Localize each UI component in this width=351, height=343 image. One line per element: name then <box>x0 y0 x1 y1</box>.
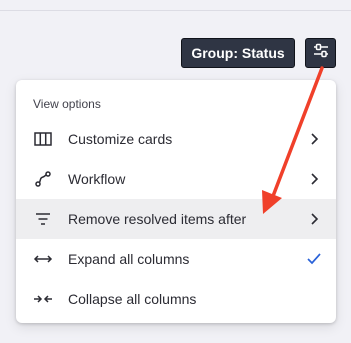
view-options-menu: View options Customize cards Workflow Re… <box>16 80 336 323</box>
top-divider <box>0 10 351 11</box>
chevron-right-icon <box>306 211 322 227</box>
group-by-button[interactable]: Group: Status <box>181 38 295 68</box>
menu-item-workflow[interactable]: Workflow <box>16 159 336 199</box>
menu-heading: View options <box>33 97 101 111</box>
menu-item-expand-all[interactable]: Expand all columns <box>16 239 336 279</box>
columns-icon <box>33 131 53 147</box>
group-by-label: Group: Status <box>191 45 285 61</box>
menu-item-label: Customize cards <box>68 131 173 147</box>
menu-item-label: Workflow <box>68 171 126 187</box>
menu-item-collapse-all[interactable]: Collapse all columns <box>16 279 336 319</box>
workflow-icon <box>33 171 53 187</box>
menu-item-remove-resolved[interactable]: Remove resolved items after <box>16 199 336 239</box>
menu-item-label: Expand all columns <box>68 251 190 267</box>
menu-item-label: Remove resolved items after <box>68 211 247 227</box>
collapse-arrows-icon <box>33 291 53 307</box>
chevron-right-icon <box>306 131 322 147</box>
checkmark-icon <box>306 251 322 267</box>
sliders-icon <box>312 43 330 64</box>
expand-arrows-icon <box>33 251 53 267</box>
filter-lines-icon <box>33 211 53 227</box>
menu-item-label: Collapse all columns <box>68 291 197 307</box>
chevron-right-icon <box>306 171 322 187</box>
view-options-button[interactable] <box>305 38 336 68</box>
menu-item-customize-cards[interactable]: Customize cards <box>16 119 336 159</box>
